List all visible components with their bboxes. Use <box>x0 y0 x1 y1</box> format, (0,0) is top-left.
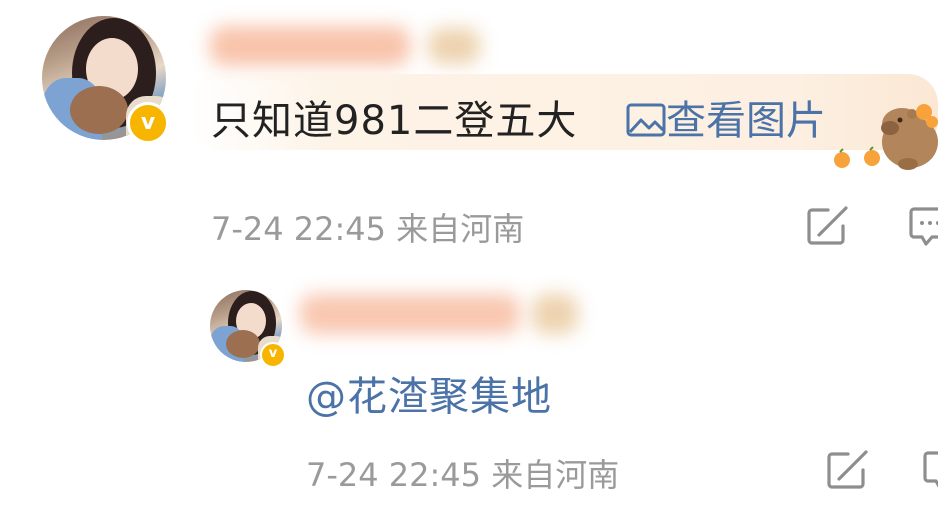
reply-edit-icon[interactable] <box>826 450 870 490</box>
comment-meta: 7-24 22:45 来自河南 <box>211 210 525 248</box>
image-icon <box>626 102 666 148</box>
comment-item: v 只知道981二登五大 查看图片 7-24 22:45 来自河南 <box>0 0 938 270</box>
reply-username-blurred[interactable] <box>300 294 520 334</box>
verified-badge: v <box>127 102 169 144</box>
reply-user-badge-blurred <box>532 294 578 334</box>
reply-meta: 7-24 22:45 来自河南 <box>306 456 620 494</box>
reply-comment-icon[interactable] <box>922 450 938 492</box>
edit-icon[interactable] <box>806 206 850 246</box>
capybara-sticker <box>828 98 938 174</box>
reply-item: v @花渣聚集地 7-24 22:45 来自河南 <box>0 270 938 516</box>
reply-mention[interactable]: @花渣聚集地 <box>306 364 552 422</box>
username-blurred[interactable] <box>210 26 410 66</box>
reply-verified-badge: v <box>260 342 286 368</box>
comment-text: 只知道981二登五大 <box>211 98 578 144</box>
comment-icon[interactable] <box>908 206 938 248</box>
view-picture-label: 查看图片 <box>666 98 826 144</box>
view-picture-link[interactable]: 查看图片 <box>626 88 826 148</box>
user-badge-blurred <box>428 28 480 64</box>
